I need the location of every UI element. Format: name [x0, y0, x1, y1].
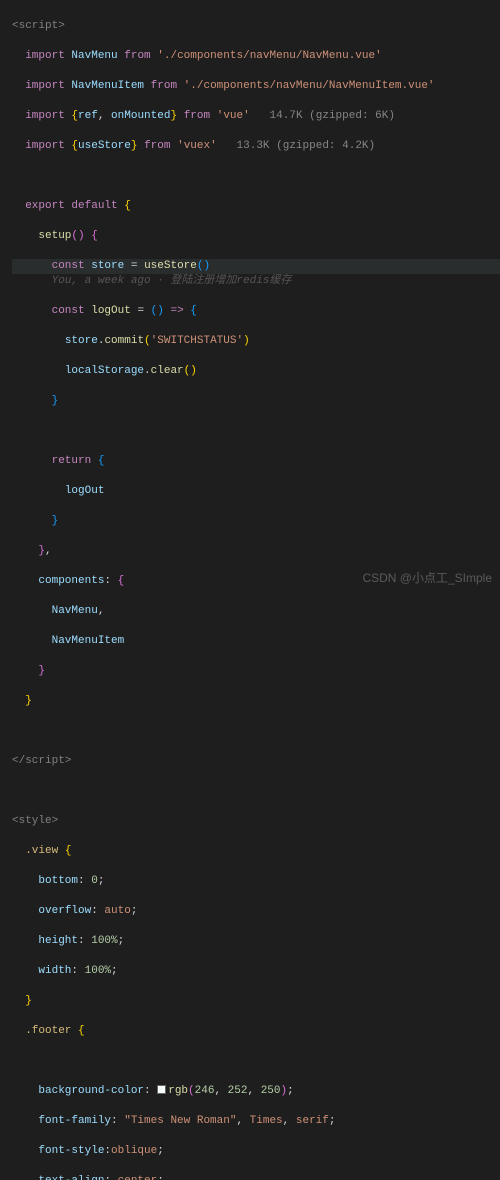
- tag-script-open: <script>: [12, 20, 65, 32]
- gitlens-annotation: You, a week ago · 登陆注册增加redis缓存: [52, 275, 292, 287]
- tag-style-open: <style>: [12, 815, 58, 827]
- tag-script-close: </script>: [12, 755, 71, 767]
- code-editor[interactable]: <script> import NavMenu from './componen…: [0, 0, 500, 1180]
- watermark: CSDN @小点工_SImple: [362, 571, 492, 586]
- color-swatch: [157, 1085, 166, 1094]
